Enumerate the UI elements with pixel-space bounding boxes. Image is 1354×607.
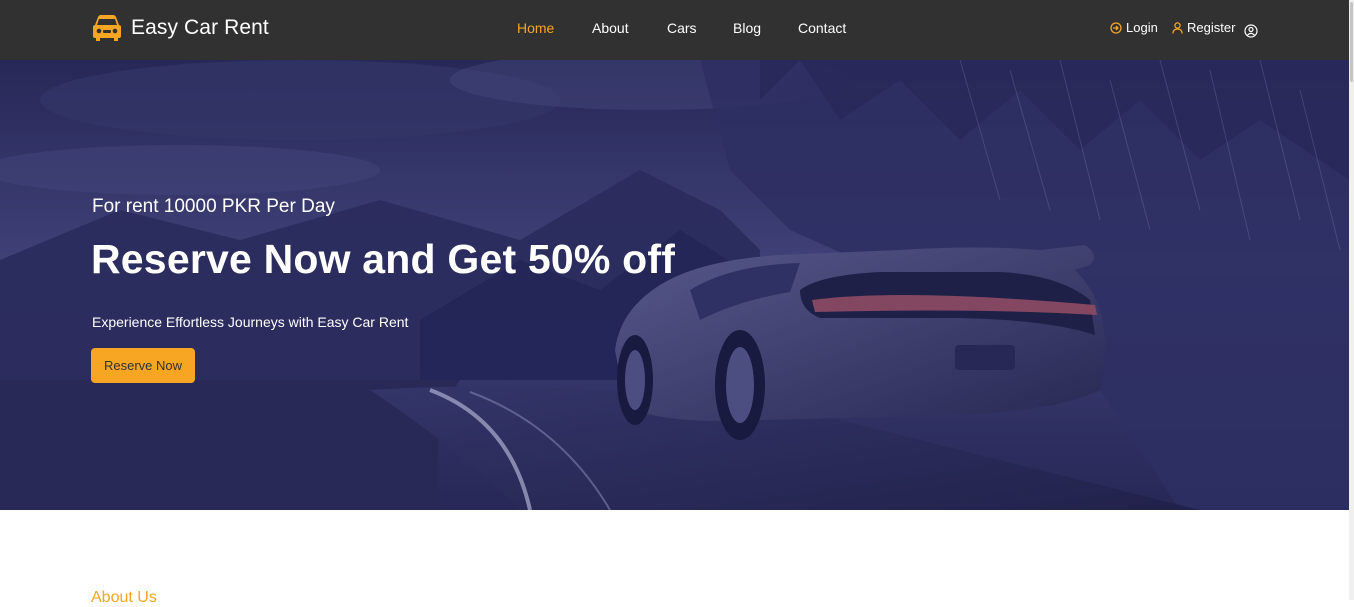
nav-about[interactable]: About bbox=[592, 20, 629, 36]
login-icon bbox=[1110, 21, 1122, 34]
brand-link[interactable]: Easy Car Rent bbox=[92, 12, 269, 44]
account-circle-icon[interactable] bbox=[1244, 24, 1258, 38]
login-label: Login bbox=[1126, 20, 1158, 35]
user-icon bbox=[1172, 21, 1183, 34]
hero-description: Experience Effortless Journeys with Easy… bbox=[92, 314, 409, 330]
car-icon bbox=[92, 14, 122, 42]
page-scrollbar-thumb[interactable] bbox=[1350, 2, 1353, 82]
about-section-label: About Us bbox=[91, 589, 157, 606]
hero-section: For rent 10000 PKR Per Day Reserve Now a… bbox=[0, 60, 1349, 510]
page-scrollbar[interactable] bbox=[1349, 0, 1354, 600]
nav-home[interactable]: Home bbox=[517, 20, 554, 36]
top-navbar: Easy Car Rent Home About Cars Blog Conta… bbox=[0, 0, 1349, 60]
hero-subtitle: For rent 10000 PKR Per Day bbox=[92, 196, 335, 217]
register-label: Register bbox=[1187, 20, 1236, 35]
nav-contact[interactable]: Contact bbox=[798, 20, 846, 36]
hero-background-image bbox=[0, 60, 1349, 510]
hero-title: Reserve Now and Get 50% off bbox=[91, 236, 676, 282]
nav-cars[interactable]: Cars bbox=[667, 20, 697, 36]
reserve-now-button[interactable]: Reserve Now bbox=[91, 348, 195, 383]
brand-name: Easy Car Rent bbox=[131, 16, 269, 39]
login-link[interactable]: Login bbox=[1110, 20, 1158, 35]
register-link[interactable]: Register bbox=[1172, 20, 1235, 35]
nav-blog[interactable]: Blog bbox=[733, 20, 761, 36]
